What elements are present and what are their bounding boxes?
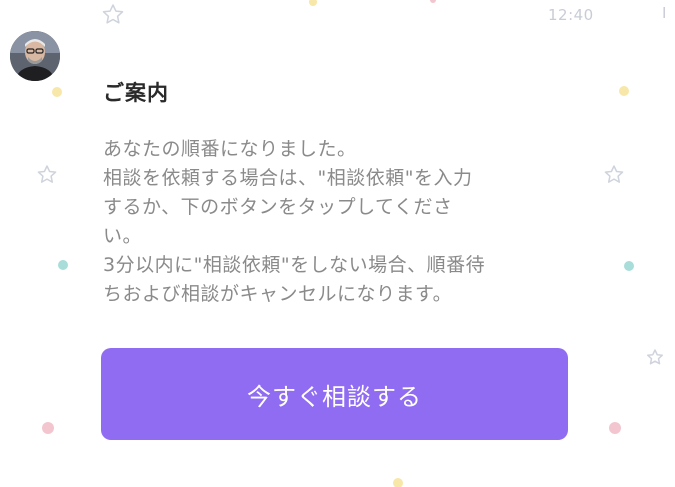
- confetti-dot-icon: [624, 261, 634, 271]
- message-body-line: い。: [103, 225, 143, 247]
- confetti-dot-icon: [430, 0, 436, 3]
- star-outline-icon: [102, 4, 124, 24]
- message-body-line: 相談を依頼する場合は、"相談依頼"を入力: [103, 167, 473, 189]
- message-timestamp: 12:40: [548, 6, 594, 24]
- message-body: あなたの順番になりました。 相談を依頼する場合は、"相談依頼"を入力 するか、下…: [103, 135, 563, 309]
- confetti-dot-icon: [393, 478, 403, 487]
- advisor-avatar[interactable]: [10, 31, 60, 81]
- confetti-dot-icon: [619, 86, 629, 96]
- message-title: ご案内: [103, 81, 169, 105]
- confetti-dot-icon: [58, 260, 68, 270]
- message-timestamp-overflow: J: [662, 4, 667, 18]
- confetti-dot-icon: [52, 87, 62, 97]
- confetti-dot-icon: [42, 422, 54, 434]
- star-outline-icon: [604, 165, 624, 183]
- consult-now-button[interactable]: 今すぐ相談する: [101, 348, 568, 440]
- message-body-line: するか、下のボタンをタップしてくださ: [103, 196, 453, 218]
- message-body-line: ちおよび相談がキャンセルになります。: [103, 283, 453, 305]
- avatar-portrait-icon: [10, 31, 60, 81]
- confetti-dot-icon: [309, 0, 317, 6]
- star-outline-icon: [37, 165, 57, 183]
- message-body-line: あなたの順番になりました。: [103, 138, 357, 160]
- message-body-line: 3分以内に"相談依頼"をしない場合、順番待: [103, 254, 486, 276]
- guidance-message-card: ご案内 あなたの順番になりました。 相談を依頼する場合は、"相談依頼"を入力 す…: [78, 52, 598, 472]
- confetti-dot-icon: [609, 422, 621, 434]
- star-outline-icon: [646, 349, 664, 365]
